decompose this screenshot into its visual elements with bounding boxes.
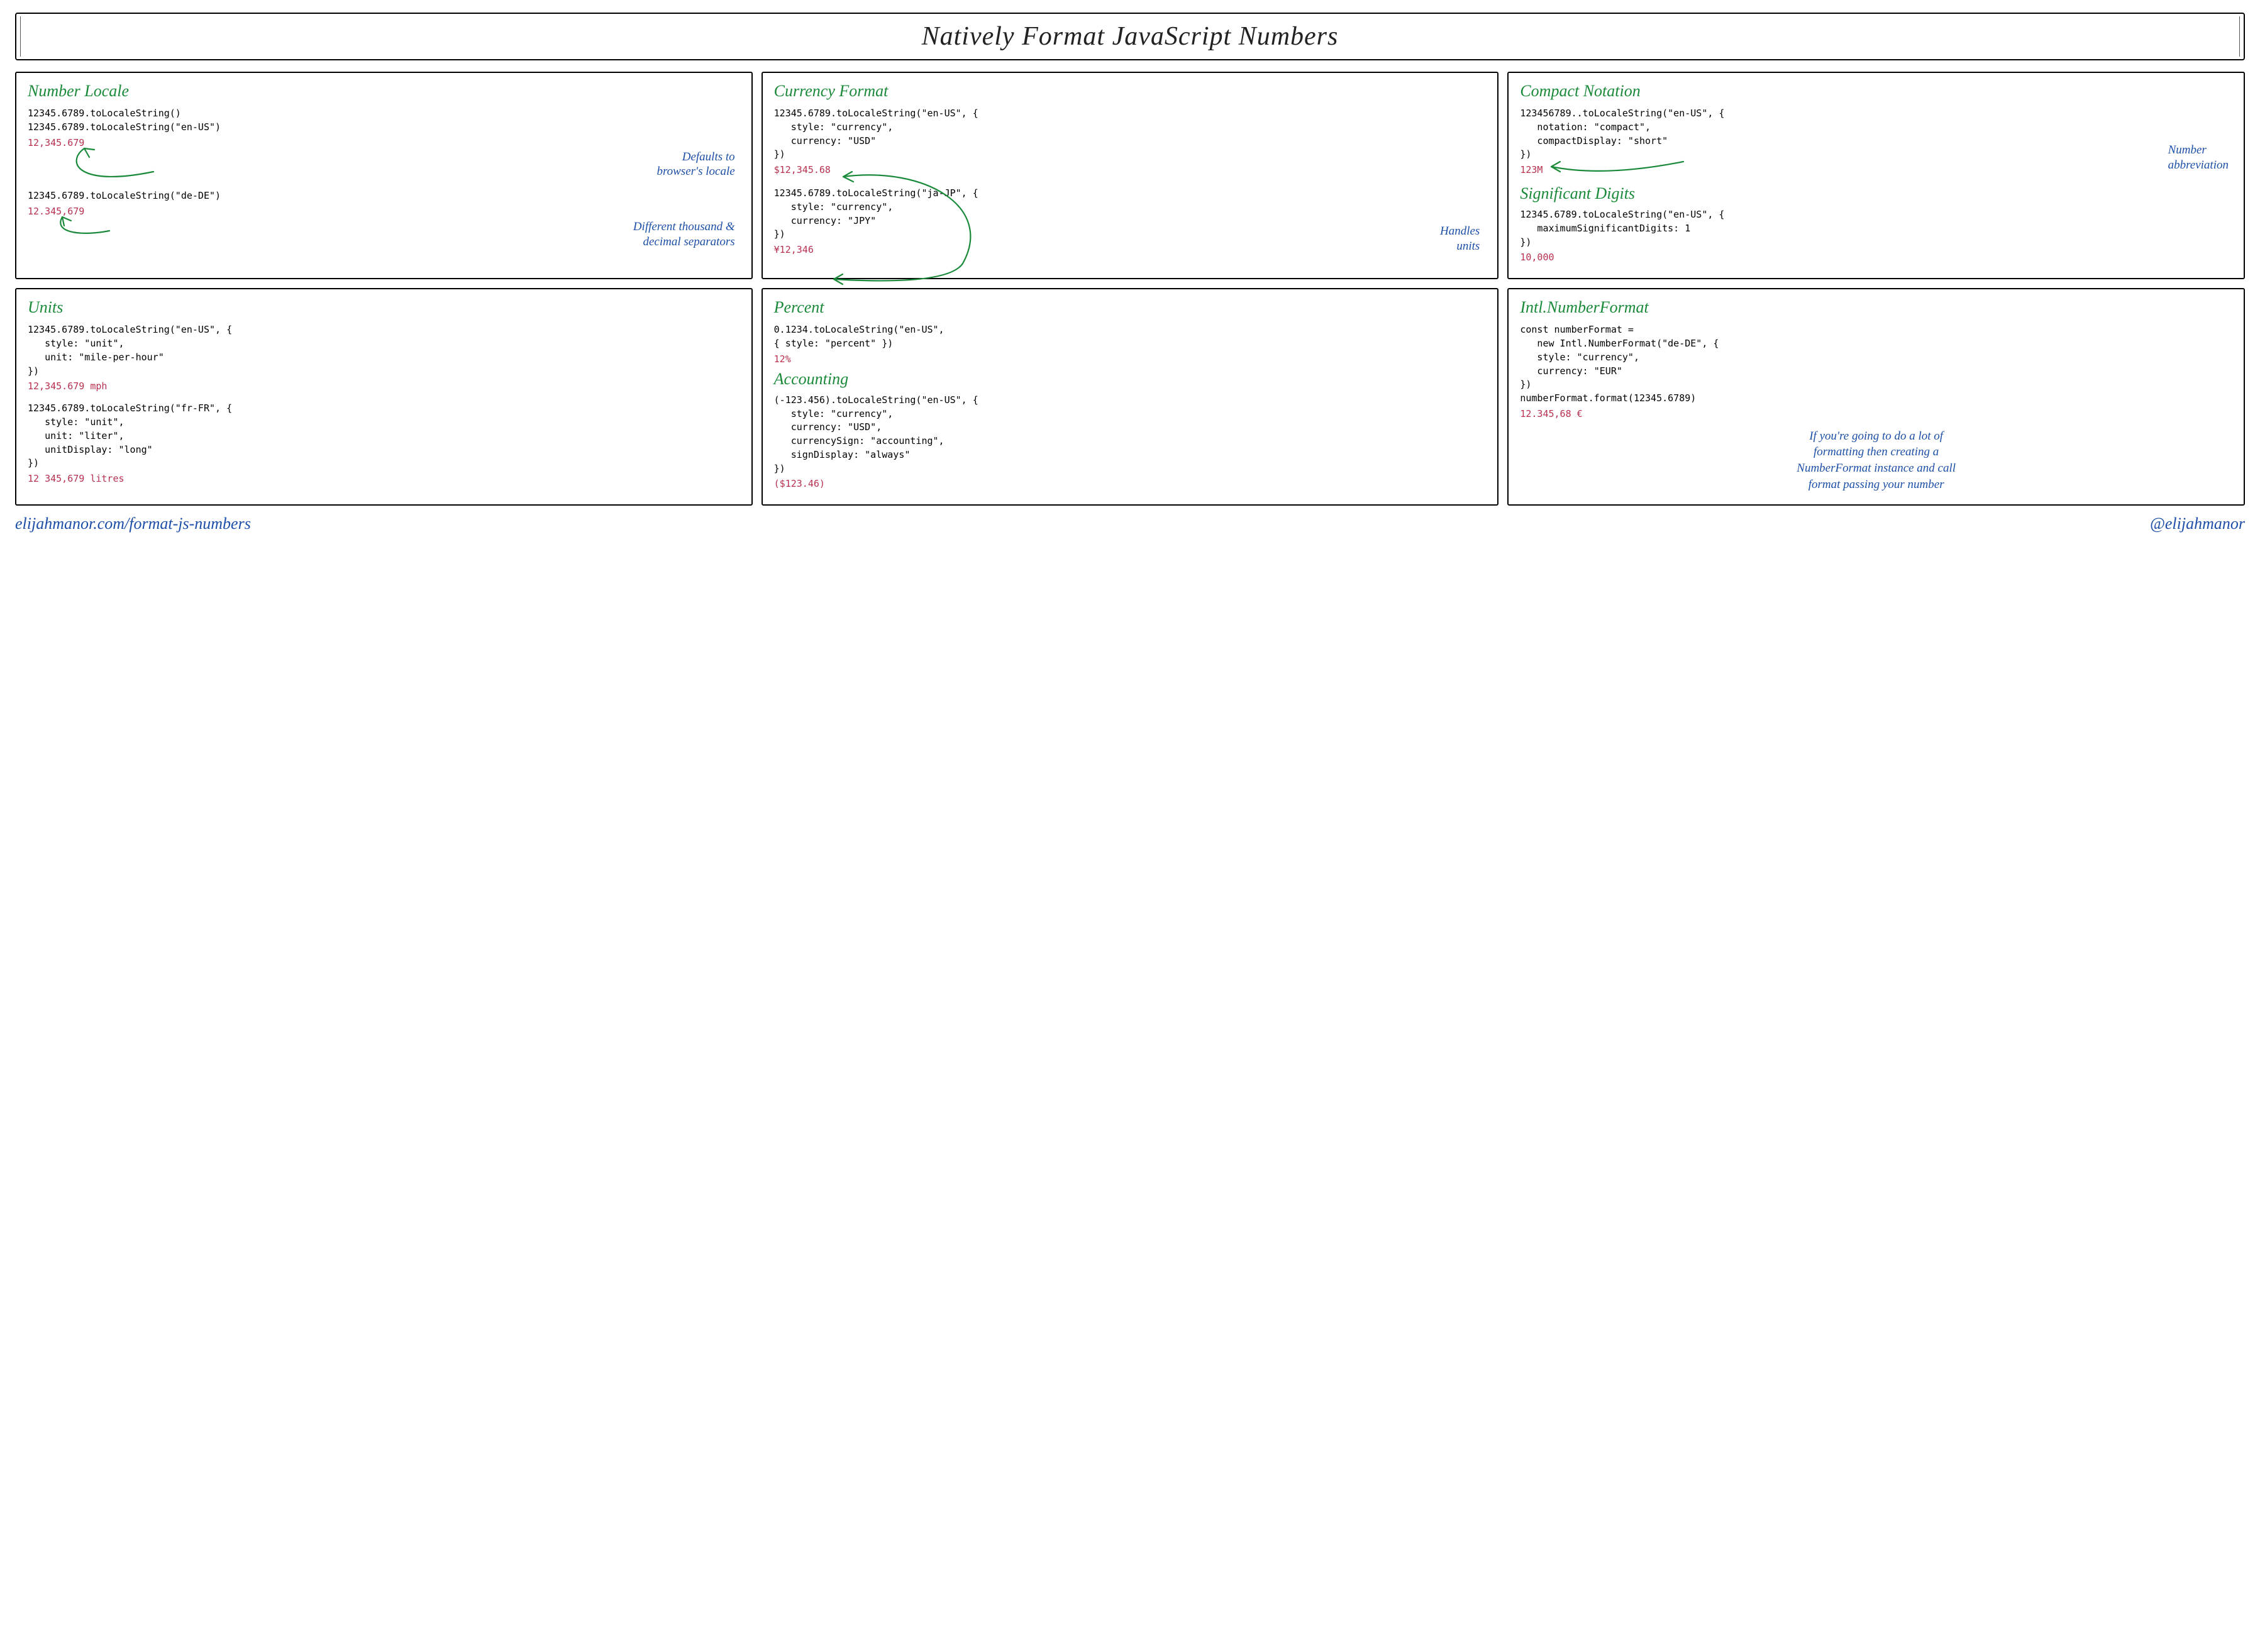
card-number-locale: Number Locale 12345.6789.toLocaleString(…: [15, 72, 753, 279]
output-text: 12 345,679 litres: [28, 473, 740, 484]
code-block: 0.1234.toLocaleString("en-US", { style: …: [774, 323, 1487, 351]
card-units: Units 12345.6789.toLocaleString("en-US",…: [15, 288, 753, 506]
code-block: 12345.6789.toLocaleString("ja-JP", { sty…: [774, 187, 1487, 241]
code-block: 12345.6789.toLocaleString("de-DE"): [28, 189, 740, 203]
output-text: 12%: [774, 353, 1487, 365]
code-block: const numberFormat = new Intl.NumberForm…: [1520, 323, 2232, 406]
footer-link: elijahmanor.com/format-js-numbers: [15, 514, 251, 533]
card-heading: Units: [28, 298, 740, 317]
annotation: Different thousand & decimal separators: [28, 219, 740, 250]
output-text: ¥12,346: [774, 244, 814, 255]
output-text: 10,000: [1520, 252, 2232, 263]
code-block: 12345.6789.toLocaleString("en-US", { max…: [1520, 208, 2232, 249]
code-block: (-123.456).toLocaleString("en-US", { sty…: [774, 394, 1487, 476]
output-text: 12.345,68 €: [1520, 408, 2232, 419]
card-heading: Number Locale: [28, 82, 740, 101]
page-title: Natively Format JavaScript Numbers: [29, 21, 2231, 52]
output-text: 12.345,679: [28, 206, 740, 217]
card-percent-accounting: Percent 0.1234.toLocaleString("en-US", {…: [762, 288, 1499, 506]
output-text: $12,345.68: [774, 164, 1487, 175]
footer: elijahmanor.com/format-js-numbers @elija…: [15, 514, 2245, 533]
annotation: If you're going to do a lot of formattin…: [1520, 428, 2232, 493]
code-block: 12345.6789.toLocaleString("en-US", { sty…: [28, 323, 740, 378]
card-intl-numberformat: Intl.NumberFormat const numberFormat = n…: [1507, 288, 2245, 506]
annotation: Handles units: [1440, 224, 1480, 254]
annotation: Number abbreviation: [2168, 143, 2229, 173]
footer-handle: @elijahmanor: [2150, 514, 2245, 533]
output-text: 12,345.679: [28, 137, 740, 148]
card-compact-notation: Compact Notation 123456789..toLocaleStri…: [1507, 72, 2245, 279]
card-heading: Currency Format: [774, 82, 1487, 101]
card-heading: Significant Digits: [1520, 184, 2232, 203]
output-text: 12,345.679 mph: [28, 380, 740, 392]
code-block: 123456789..toLocaleString("en-US", { not…: [1520, 107, 2232, 162]
output-text: 123M: [1520, 164, 2232, 175]
card-heading: Percent: [774, 298, 1487, 317]
title-box: Natively Format JavaScript Numbers: [15, 13, 2245, 60]
code-block: 12345.6789.toLocaleString() 12345.6789.t…: [28, 107, 740, 135]
card-heading: Compact Notation: [1520, 82, 2232, 101]
annotation: Defaults to browser's locale: [28, 150, 740, 180]
card-grid: Number Locale 12345.6789.toLocaleString(…: [15, 72, 2245, 506]
card-heading: Intl.NumberFormat: [1520, 298, 2232, 317]
code-block: 12345.6789.toLocaleString("fr-FR", { sty…: [28, 402, 740, 470]
card-heading: Accounting: [774, 370, 1487, 389]
card-currency-format: Currency Format 12345.6789.toLocaleStrin…: [762, 72, 1499, 279]
code-block: 12345.6789.toLocaleString("en-US", { sty…: [774, 107, 1487, 162]
output-text: ($123.46): [774, 478, 1487, 489]
